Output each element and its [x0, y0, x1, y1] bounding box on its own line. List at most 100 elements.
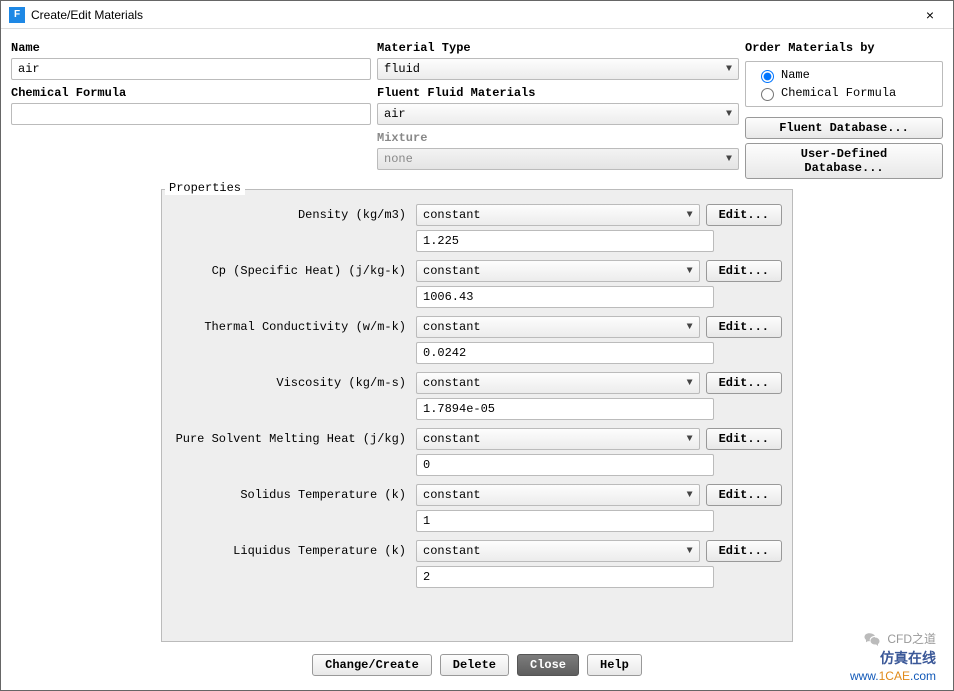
properties-title: Properties	[165, 181, 245, 195]
property-method-value: constant	[423, 320, 481, 334]
property-value-input[interactable]	[416, 286, 714, 308]
property-method-value: constant	[423, 208, 481, 222]
order-by-name-label: Name	[781, 68, 810, 82]
property-method-value: constant	[423, 488, 481, 502]
property-label: Liquidus Temperature (k)	[172, 544, 410, 558]
help-button[interactable]: Help	[587, 654, 642, 676]
property-row: Pure Solvent Melting Heat (j/kg) constant…	[172, 428, 782, 450]
material-type-label: Material Type	[377, 41, 739, 56]
window-title: Create/Edit Materials	[31, 8, 915, 22]
chemical-formula-label: Chemical Formula	[11, 86, 371, 101]
order-by-name-row[interactable]: Name	[748, 66, 940, 84]
mixture-value: none	[384, 152, 413, 166]
property-method-select[interactable]: constant ▼	[416, 260, 700, 282]
property-method-select[interactable]: constant ▼	[416, 540, 700, 562]
property-row: Viscosity (kg/m-s) constant ▼ Edit...	[172, 372, 782, 394]
property-label: Density (kg/m3)	[172, 208, 410, 222]
property-label: Solidus Temperature (k)	[172, 488, 410, 502]
chevron-down-icon: ▼	[687, 378, 693, 389]
materials-dialog: F Create/Edit Materials × Name Chemical …	[0, 0, 954, 691]
property-edit-button[interactable]: Edit...	[706, 428, 782, 450]
close-button[interactable]: Close	[517, 654, 579, 676]
chevron-down-icon: ▼	[726, 154, 732, 165]
name-input[interactable]	[11, 58, 371, 80]
property-value-row	[172, 398, 782, 420]
property-edit-button[interactable]: Edit...	[706, 204, 782, 226]
app-icon: F	[9, 7, 25, 23]
chevron-down-icon: ▼	[687, 210, 693, 221]
property-method-select[interactable]: constant ▼	[416, 428, 700, 450]
fluent-database-button[interactable]: Fluent Database...	[745, 117, 943, 139]
titlebar: F Create/Edit Materials ×	[1, 1, 953, 29]
close-icon[interactable]: ×	[915, 7, 945, 23]
property-method-select[interactable]: constant ▼	[416, 316, 700, 338]
material-type-value: fluid	[384, 62, 420, 76]
chevron-down-icon: ▼	[687, 490, 693, 501]
properties-box: Density (kg/m3)constant▼Edit...Cp (Speci…	[161, 189, 793, 642]
chevron-down-icon: ▼	[687, 266, 693, 277]
chevron-down-icon: ▼	[687, 546, 693, 557]
property-value-input[interactable]	[416, 230, 714, 252]
order-by-formula-label: Chemical Formula	[781, 86, 896, 100]
property-label: Viscosity (kg/m-s)	[172, 376, 410, 390]
change-create-button[interactable]: Change/Create	[312, 654, 432, 676]
property-edit-button[interactable]: Edit...	[706, 372, 782, 394]
property-value-row	[172, 510, 782, 532]
user-database-button[interactable]: User-Defined Database...	[745, 143, 943, 179]
content-area: Name Chemical Formula Material Type flui…	[1, 29, 953, 690]
property-method-select[interactable]: constant ▼	[416, 204, 700, 226]
properties-frame: Properties Density (kg/m3)constant▼Edit.…	[161, 189, 793, 642]
property-row: Thermal Conductivity (w/m-k) constant ▼ Edi…	[172, 316, 782, 338]
property-label: Cp (Specific Heat) (j/kg-k)	[172, 264, 410, 278]
property-value-row	[172, 286, 782, 308]
mixture-label: Mixture	[377, 131, 739, 146]
top-row: Name Chemical Formula Material Type flui…	[11, 41, 943, 179]
order-by-title: Order Materials by	[745, 41, 875, 55]
property-row: Solidus Temperature (k) constant ▼ Edit...	[172, 484, 782, 506]
property-method-value: constant	[423, 544, 481, 558]
property-method-value: constant	[423, 432, 481, 446]
order-by-group: Name Chemical Formula	[745, 61, 943, 107]
property-row: Liquidus Temperature (k) constant ▼ Edit...	[172, 540, 782, 562]
property-method-value: constant	[423, 376, 481, 390]
order-by-name-radio[interactable]	[761, 70, 774, 83]
property-value-row	[172, 230, 782, 252]
material-type-select[interactable]: fluid ▼	[377, 58, 739, 80]
material-type-column: Material Type fluid ▼ Fluent Fluid Mater…	[377, 41, 739, 170]
property-value-input[interactable]	[416, 398, 714, 420]
property-value-input[interactable]	[416, 342, 714, 364]
fluent-materials-label: Fluent Fluid Materials	[377, 86, 739, 101]
chemical-formula-input[interactable]	[11, 103, 371, 125]
property-row: Density (kg/m3) constant ▼ Edit...	[172, 204, 782, 226]
property-method-value: constant	[423, 264, 481, 278]
property-row: Cp (Specific Heat) (j/kg-k) constant ▼ Edit…	[172, 260, 782, 282]
property-edit-button[interactable]: Edit...	[706, 260, 782, 282]
delete-button[interactable]: Delete	[440, 654, 509, 676]
property-method-select[interactable]: constant ▼	[416, 484, 700, 506]
name-label: Name	[11, 41, 371, 56]
property-value-input[interactable]	[416, 566, 714, 588]
property-value-input[interactable]	[416, 454, 714, 476]
property-edit-button[interactable]: Edit...	[706, 540, 782, 562]
fluent-materials-value: air	[384, 107, 406, 121]
order-by-formula-radio[interactable]	[761, 88, 774, 101]
chevron-down-icon: ▼	[726, 64, 732, 75]
property-value-row	[172, 454, 782, 476]
property-value-row	[172, 566, 782, 588]
order-by-formula-row[interactable]: Chemical Formula	[748, 84, 940, 102]
property-value-input[interactable]	[416, 510, 714, 532]
fluent-materials-select[interactable]: air ▼	[377, 103, 739, 125]
property-edit-button[interactable]: Edit...	[706, 484, 782, 506]
property-label: Thermal Conductivity (w/m-k)	[172, 320, 410, 334]
footer: Change/Create Delete Close Help	[11, 646, 943, 684]
property-edit-button[interactable]: Edit...	[706, 316, 782, 338]
property-label: Pure Solvent Melting Heat (j/kg)	[172, 432, 410, 446]
chevron-down-icon: ▼	[687, 322, 693, 333]
property-value-row	[172, 342, 782, 364]
name-column: Name Chemical Formula	[11, 41, 371, 125]
chevron-down-icon: ▼	[726, 109, 732, 120]
property-method-select[interactable]: constant ▼	[416, 372, 700, 394]
chevron-down-icon: ▼	[687, 434, 693, 445]
order-column: Order Materials by Name Chemical Formula…	[745, 41, 943, 179]
mixture-select: none ▼	[377, 148, 739, 170]
